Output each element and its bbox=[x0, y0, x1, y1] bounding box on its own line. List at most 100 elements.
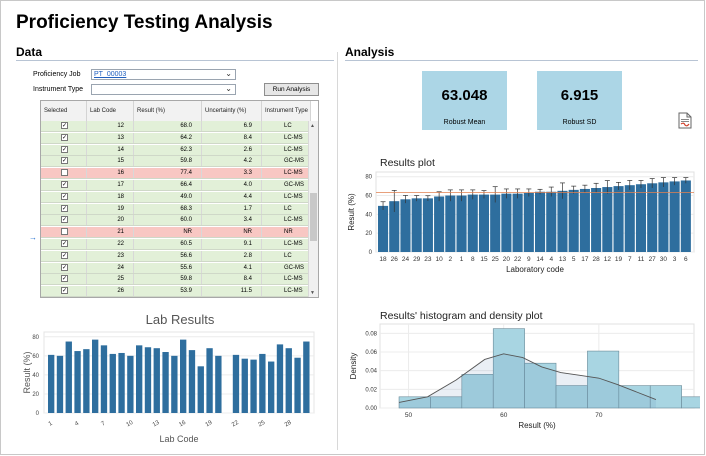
x-tick-label: 13 bbox=[152, 420, 161, 429]
x-tick-label: 15 bbox=[480, 256, 488, 263]
row-checkbox-checked[interactable]: ✓ bbox=[61, 133, 68, 141]
table-row[interactable]: ✓ 15 59.8 4.2 GC-MS bbox=[41, 156, 311, 168]
instrument-type-combo[interactable]: ⌄ bbox=[91, 84, 236, 95]
robust-mean-card: 63.048 Robust Mean bbox=[422, 71, 507, 130]
pdf-export-icon[interactable] bbox=[678, 112, 692, 129]
table-row[interactable]: ✓ 22 60.5 9.1 LC-MS bbox=[41, 239, 311, 250]
x-tick-label: 7 bbox=[101, 420, 107, 427]
proficiency-job-value[interactable]: PT_00003 bbox=[94, 71, 126, 78]
cell-result: 59.8 bbox=[134, 274, 202, 285]
col-header-uncertainty[interactable]: Uncertainty (%) bbox=[202, 101, 262, 121]
bar bbox=[65, 341, 72, 413]
bar bbox=[434, 196, 445, 252]
col-header-result[interactable]: Result (%) bbox=[134, 101, 202, 121]
scroll-up-icon[interactable]: ▲ bbox=[310, 123, 315, 129]
table-row[interactable]: ✓ 26 53.9 11.5 LC-MS bbox=[41, 286, 311, 297]
x-tick-label: 13 bbox=[559, 256, 567, 263]
cell-selected: ✓ bbox=[41, 239, 87, 249]
cell-lab: 16 bbox=[87, 168, 134, 179]
chevron-down-icon[interactable]: ⌄ bbox=[225, 84, 232, 93]
table-row[interactable]: 16 77.4 3.3 LC-MS bbox=[41, 168, 311, 180]
cell-selected: ✓ bbox=[41, 180, 87, 190]
bar bbox=[153, 348, 160, 413]
table-row[interactable]: ✓ 17 66.4 4.0 GC-MS bbox=[41, 180, 311, 191]
bar bbox=[535, 191, 546, 252]
bar bbox=[48, 354, 55, 413]
robust-sd-value: 6.915 bbox=[560, 87, 599, 104]
x-tick-label: 50 bbox=[405, 412, 413, 419]
row-checkbox[interactable] bbox=[61, 169, 68, 177]
bar bbox=[206, 348, 213, 413]
row-checkbox-checked[interactable]: ✓ bbox=[61, 181, 68, 188]
grid-scrollbar[interactable]: ▲ ▼ bbox=[308, 121, 318, 297]
col-header-lab-code[interactable]: Lab Code bbox=[87, 101, 134, 121]
y-tick-label: 0.08 bbox=[365, 331, 377, 337]
cell-unc: 1.7 bbox=[202, 203, 262, 214]
table-row[interactable]: ✓ 14 62.3 2.6 LC-MS bbox=[41, 144, 311, 156]
x-tick-label: 25 bbox=[257, 420, 266, 429]
row-checkbox-checked[interactable]: ✓ bbox=[61, 192, 68, 200]
y-axis-label: Result (%) bbox=[347, 193, 356, 231]
row-checkbox-checked[interactable]: ✓ bbox=[61, 275, 68, 283]
row-checkbox-checked[interactable]: ✓ bbox=[61, 240, 68, 247]
table-row[interactable]: ✓ 20 60.0 3.4 LC-MS bbox=[41, 215, 311, 227]
cell-unc: NR bbox=[202, 227, 262, 238]
x-tick-label: 7 bbox=[628, 256, 632, 263]
table-row[interactable]: ✓ 24 55.6 4.1 GC-MS bbox=[41, 262, 311, 274]
x-tick-label: 60 bbox=[500, 412, 508, 419]
x-tick-label: 29 bbox=[413, 256, 421, 263]
x-tick-label: 14 bbox=[536, 256, 544, 263]
row-checkbox[interactable] bbox=[61, 228, 68, 236]
table-row[interactable]: ✓ 19 68.3 1.7 LC bbox=[41, 203, 311, 215]
x-tick-label: 19 bbox=[615, 256, 623, 263]
bar bbox=[546, 191, 557, 252]
table-row[interactable]: ✓ 12 68.0 6.9 LC bbox=[41, 121, 311, 132]
cell-lab: 22 bbox=[87, 239, 134, 249]
x-tick-label: 10 bbox=[436, 256, 444, 263]
row-checkbox-checked[interactable]: ✓ bbox=[61, 287, 68, 295]
data-grid[interactable]: Selected Lab Code Result (%) Uncertainty… bbox=[40, 100, 319, 298]
cell-unc: 9.1 bbox=[202, 239, 262, 249]
x-tick-label: 6 bbox=[684, 256, 688, 263]
chevron-down-icon[interactable]: ⌄ bbox=[225, 69, 232, 78]
row-checkbox-checked[interactable]: ✓ bbox=[61, 216, 68, 224]
cell-lab: 18 bbox=[87, 191, 134, 202]
scroll-down-icon[interactable]: ▼ bbox=[310, 290, 315, 296]
col-header-selected[interactable]: Selected bbox=[41, 101, 87, 121]
cell-unc: 2.6 bbox=[202, 144, 262, 155]
x-tick-label: 30 bbox=[660, 256, 668, 263]
proficiency-job-label: Proficiency Job bbox=[33, 71, 81, 78]
x-tick-label: 5 bbox=[572, 256, 576, 263]
table-row[interactable]: ✓ 23 56.6 2.8 LC bbox=[41, 250, 311, 262]
cell-unc: 4.2 bbox=[202, 156, 262, 167]
cell-unc: 4.1 bbox=[202, 262, 262, 273]
row-checkbox-checked[interactable]: ✓ bbox=[61, 263, 68, 271]
bar bbox=[276, 344, 284, 413]
row-checkbox-checked[interactable]: ✓ bbox=[61, 251, 68, 259]
row-checkbox-checked[interactable]: ✓ bbox=[61, 122, 68, 129]
col-header-instrument-type[interactable]: Instrument Type bbox=[262, 101, 311, 121]
table-row[interactable]: ✓ 18 49.0 4.4 LC-MS bbox=[41, 191, 311, 203]
row-checkbox-checked[interactable]: ✓ bbox=[61, 204, 68, 212]
bar bbox=[241, 358, 248, 413]
y-axis-label: Result (%) bbox=[22, 351, 32, 393]
cell-selected: ✓ bbox=[41, 144, 87, 155]
scrollbar-thumb[interactable] bbox=[310, 193, 317, 241]
y-tick-label: 0.02 bbox=[365, 387, 377, 393]
proficiency-job-combo[interactable]: PT_00003 ⌄ bbox=[91, 69, 236, 80]
row-checkbox-checked[interactable]: ✓ bbox=[61, 145, 68, 153]
cell-unc: 8.4 bbox=[202, 274, 262, 285]
bar bbox=[294, 357, 301, 413]
x-tick-label: 12 bbox=[604, 256, 612, 263]
table-row[interactable]: ✓ 25 59.8 8.4 LC-MS bbox=[41, 274, 311, 286]
bar bbox=[197, 366, 204, 413]
row-checkbox-checked[interactable]: ✓ bbox=[61, 157, 68, 165]
cell-result: 55.6 bbox=[134, 262, 202, 273]
table-row[interactable]: 21 NR NR NR bbox=[41, 227, 311, 239]
robust-sd-label: Robust SD bbox=[562, 119, 597, 126]
bar bbox=[635, 184, 647, 252]
y-tick-label: 80 bbox=[32, 335, 39, 341]
x-tick-label: 27 bbox=[649, 256, 657, 263]
run-analysis-button[interactable]: Run Analysis bbox=[264, 83, 319, 96]
table-row[interactable]: ✓ 13 64.2 8.4 LC-MS bbox=[41, 132, 311, 144]
